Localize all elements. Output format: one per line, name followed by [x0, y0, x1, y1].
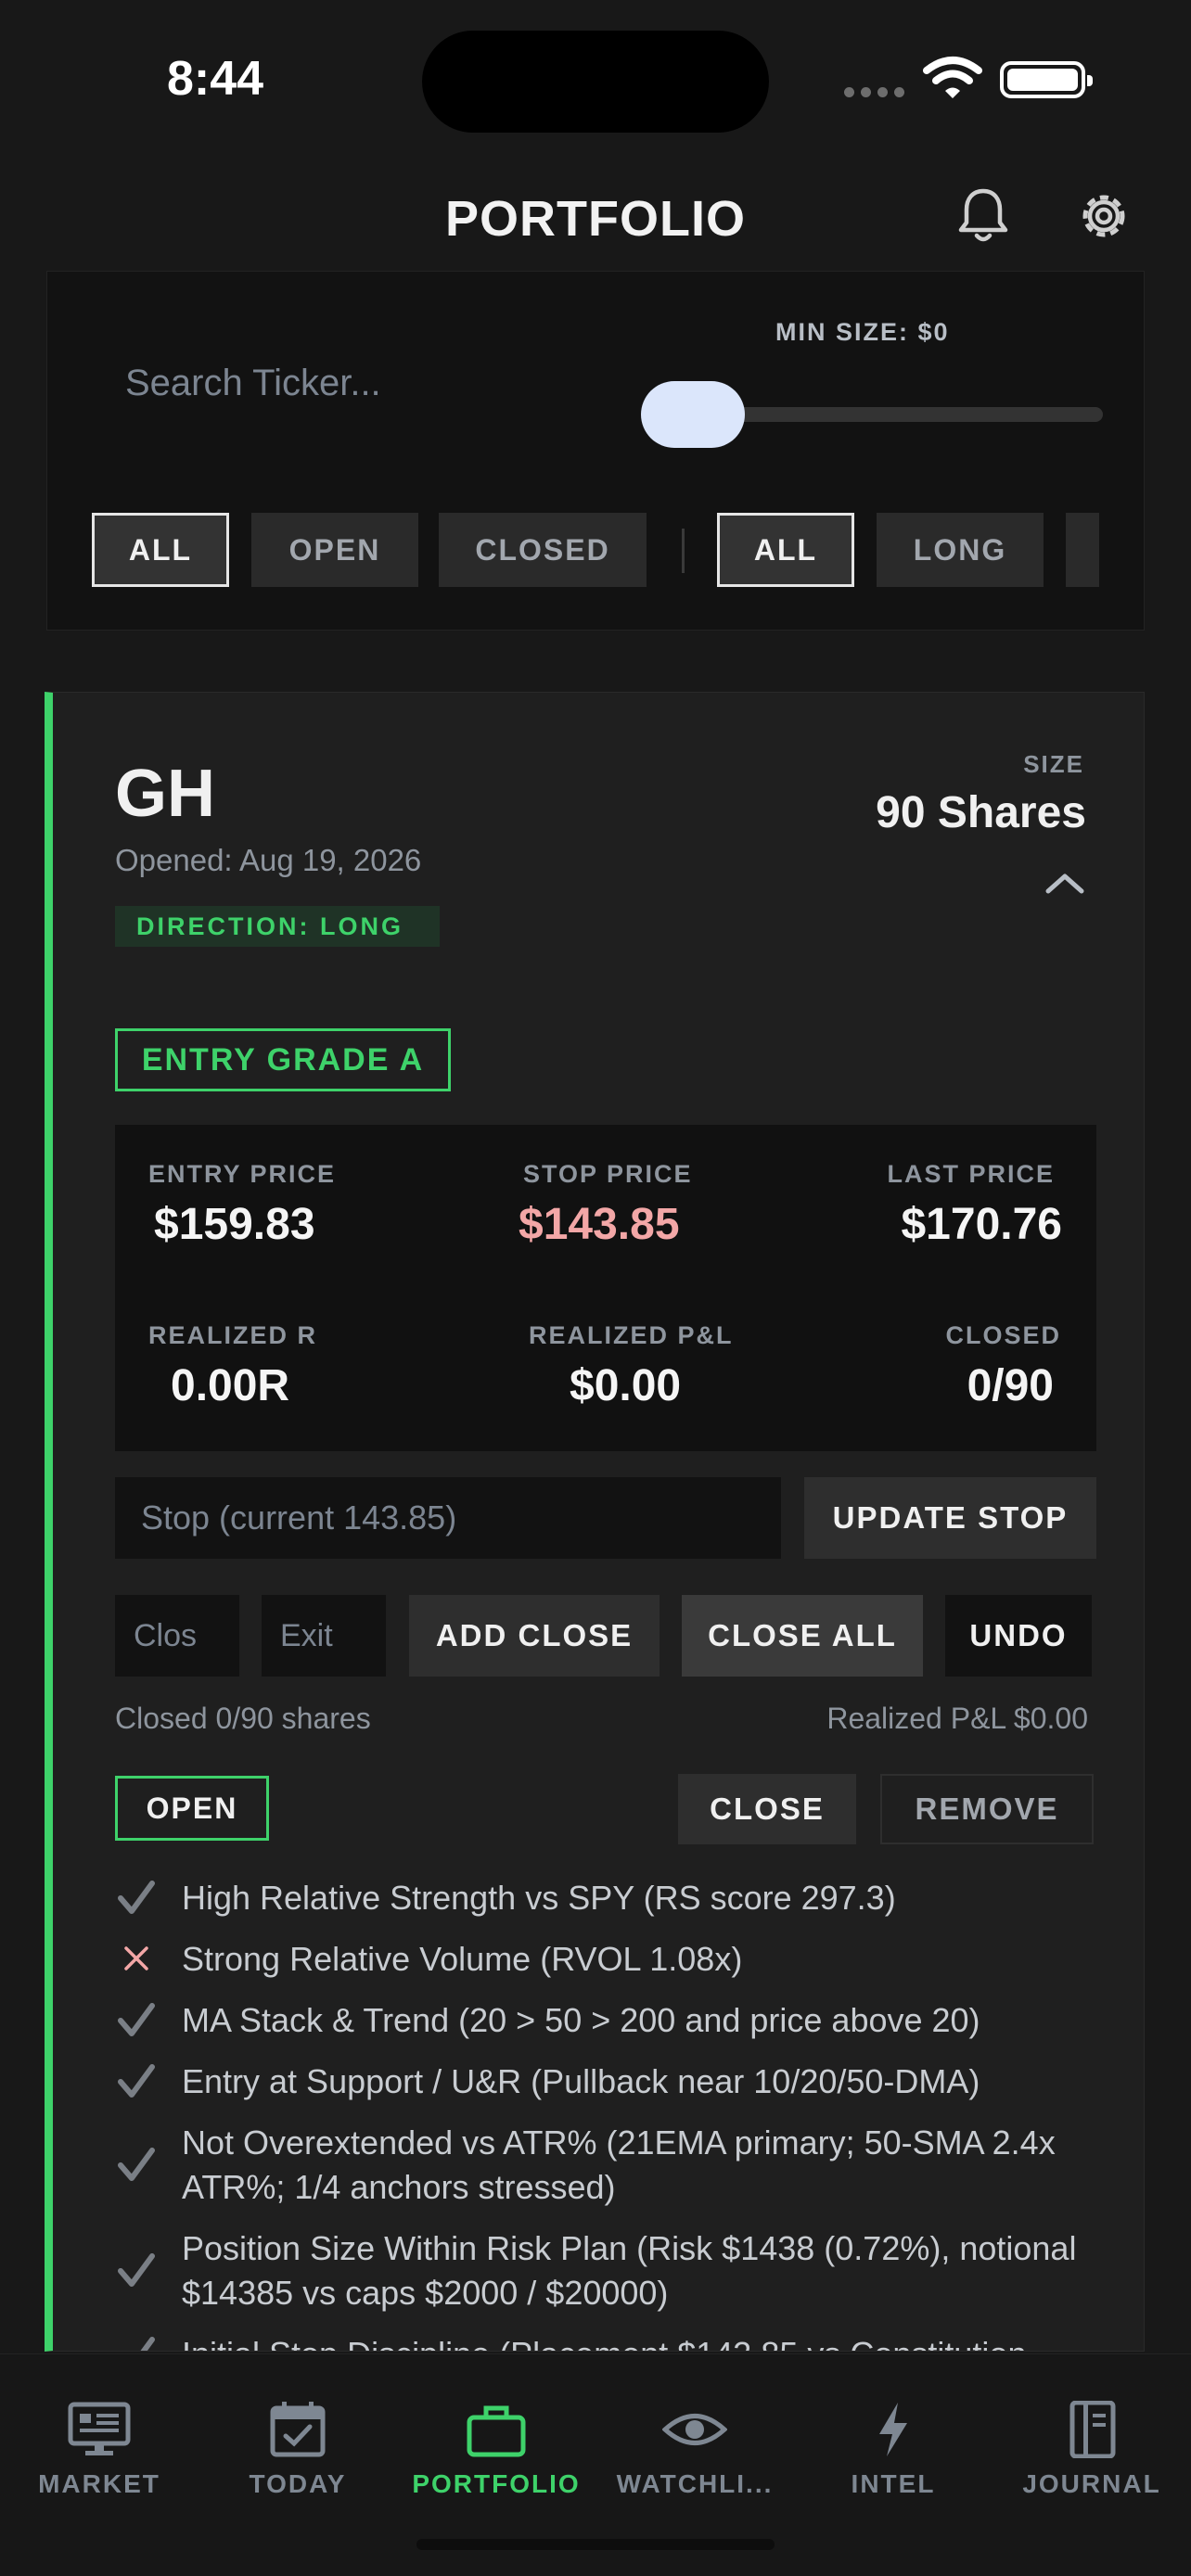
filter-divider — [682, 529, 685, 573]
wifi-icon — [923, 57, 982, 98]
last-price-label: LAST PRICE — [887, 1160, 1055, 1188]
stop-price-input[interactable] — [115, 1477, 781, 1559]
check-icon — [140, 2337, 155, 2351]
tab-label: JOURNAL — [1022, 2469, 1161, 2498]
checklist-text: Entry at Support / U&R (Pullback near 10… — [182, 2062, 980, 2100]
size-label: SIZE — [1023, 750, 1084, 778]
filter-status-closed[interactable]: CLOSED — [439, 513, 647, 587]
last-price-value: $170.76 — [901, 1200, 1062, 1249]
filter-direction-short[interactable] — [1066, 513, 1099, 587]
briefcase-icon — [467, 2405, 526, 2457]
update-stop-button[interactable]: UPDATE STOP — [804, 1477, 1096, 1559]
entry-price-value: $159.83 — [154, 1200, 315, 1249]
status-open-badge: OPEN — [115, 1776, 269, 1841]
realized-pl-summary: Realized P&L $0.00 — [826, 1702, 1088, 1735]
remove-position-button[interactable]: REMOVE — [880, 1774, 1094, 1844]
checklist-text: Not Overextended vs ATR% (21EMA primary;… — [182, 2123, 1056, 2206]
signal-icon — [844, 87, 904, 97]
realized-pl-value: $0.00 — [570, 1361, 682, 1410]
cross-icon — [124, 1946, 148, 1970]
tab-label: INTEL — [851, 2469, 936, 2498]
tab-watchlist[interactable]: WATCHLI... — [596, 2354, 794, 2503]
tab-portfolio[interactable]: PORTFOLIO — [397, 2354, 596, 2503]
tab-label: PORTFOLIO — [412, 2469, 581, 2498]
checklist-item: Not Overextended vs ATR% (21EMA primary;… — [115, 2121, 1098, 2210]
filter-status-open[interactable]: OPEN — [251, 513, 418, 587]
check-icon — [118, 2148, 155, 2181]
status-time: 8:44 — [167, 52, 264, 106]
checklist-item: High Relative Strength vs SPY (RS score … — [115, 1876, 1098, 1920]
entry-grade-badge: ENTRY GRADE A — [115, 1028, 451, 1091]
chevron-up-icon[interactable] — [1043, 869, 1087, 897]
min-size-slider-thumb[interactable] — [641, 381, 745, 448]
size-value: 90 Shares — [876, 788, 1086, 837]
entry-price-label: ENTRY PRICE — [148, 1160, 337, 1188]
check-icon — [118, 2064, 155, 2098]
position-ticker: GH — [115, 757, 215, 831]
min-size-slider-track[interactable] — [734, 407, 1103, 422]
closed-shares-text: Closed 0/90 shares — [115, 1702, 371, 1735]
checklist-item: Strong Relative Volume (RVOL 1.08x) — [115, 1937, 1098, 1982]
market-icon — [68, 2402, 131, 2455]
dynamic-island — [422, 31, 769, 133]
add-close-button[interactable]: ADD CLOSE — [409, 1595, 660, 1677]
check-icon — [118, 2253, 155, 2287]
checklist-text: Initial Stop Discipline (Placement $143.… — [182, 2332, 1026, 2351]
tab-today[interactable]: TODAY — [198, 2354, 397, 2503]
closed-value: 0/90 — [967, 1361, 1054, 1410]
undo-button[interactable]: UNDO — [945, 1595, 1092, 1677]
close-all-button[interactable]: CLOSE ALL — [682, 1595, 923, 1677]
check-icon — [118, 1881, 155, 1914]
eye-icon — [662, 2414, 727, 2445]
close-quantity-input[interactable] — [115, 1595, 239, 1677]
close-position-button[interactable]: CLOSE — [678, 1774, 856, 1844]
gear-icon[interactable] — [1074, 185, 1133, 247]
realized-r-label: REALIZED R — [148, 1321, 317, 1349]
exit-price-input[interactable] — [262, 1595, 386, 1677]
search-ticker-input[interactable] — [125, 355, 608, 411]
checklist-text: Strong Relative Volume (RVOL 1.08x) — [182, 1940, 743, 1978]
closed-label: CLOSED — [945, 1321, 1061, 1349]
stop-price-label: STOP PRICE — [523, 1160, 693, 1188]
opened-date: Opened: Aug 19, 2026 — [115, 843, 422, 877]
entry-checklist: High Relative Strength vs SPY (RS score … — [115, 1876, 1098, 2351]
filter-panel: MIN SIZE: $0 ALL OPEN CLOSED ALL LONG — [46, 271, 1145, 631]
bell-icon[interactable] — [954, 185, 1013, 247]
checklist-text: MA Stack & Trend (20 > 50 > 200 and pric… — [182, 2001, 980, 2039]
checklist-item: MA Stack & Trend (20 > 50 > 200 and pric… — [115, 1998, 1098, 2043]
price-stats-panel: ENTRY PRICE $159.83 STOP PRICE $143.85 L… — [115, 1125, 1096, 1451]
tab-label: MARKET — [38, 2469, 160, 2498]
tab-label: WATCHLI... — [616, 2469, 774, 2498]
position-card: GH Opened: Aug 19, 2026 DIRECTION: LONG … — [45, 692, 1145, 2352]
filter-direction-long[interactable]: LONG — [877, 513, 1044, 587]
home-indicator — [416, 2539, 775, 2550]
tab-intel[interactable]: INTEL — [794, 2354, 992, 2503]
checklist-item: Entry at Support / U&R (Pullback near 10… — [115, 2060, 1098, 2104]
status-bar: 8:44 — [0, 0, 1191, 158]
filter-status-all[interactable]: ALL — [92, 513, 229, 587]
notebook-icon — [1069, 2401, 1116, 2458]
calendar-check-icon — [270, 2402, 326, 2457]
tab-market[interactable]: MARKET — [0, 2354, 198, 2503]
stop-price-value: $143.85 — [519, 1200, 680, 1249]
tab-journal[interactable]: JOURNAL — [992, 2354, 1191, 2503]
checklist-text: Position Size Within Risk Plan (Risk $14… — [182, 2229, 1077, 2312]
bolt-icon — [879, 2403, 907, 2456]
realized-pl-label: REALIZED P&L — [529, 1321, 734, 1349]
tab-label: TODAY — [249, 2469, 347, 2498]
checklist-item: Initial Stop Discipline (Placement $143.… — [115, 2332, 1098, 2351]
direction-badge: DIRECTION: LONG — [115, 906, 440, 947]
checklist-item: Position Size Within Risk Plan (Risk $14… — [115, 2226, 1098, 2315]
check-icon — [118, 2003, 155, 2036]
battery-icon — [1000, 61, 1093, 98]
min-size-label: MIN SIZE: $0 — [775, 318, 950, 346]
realized-r-value: 0.00R — [171, 1361, 290, 1410]
filter-direction-all[interactable]: ALL — [717, 513, 854, 587]
checklist-text: High Relative Strength vs SPY (RS score … — [182, 1879, 896, 1917]
